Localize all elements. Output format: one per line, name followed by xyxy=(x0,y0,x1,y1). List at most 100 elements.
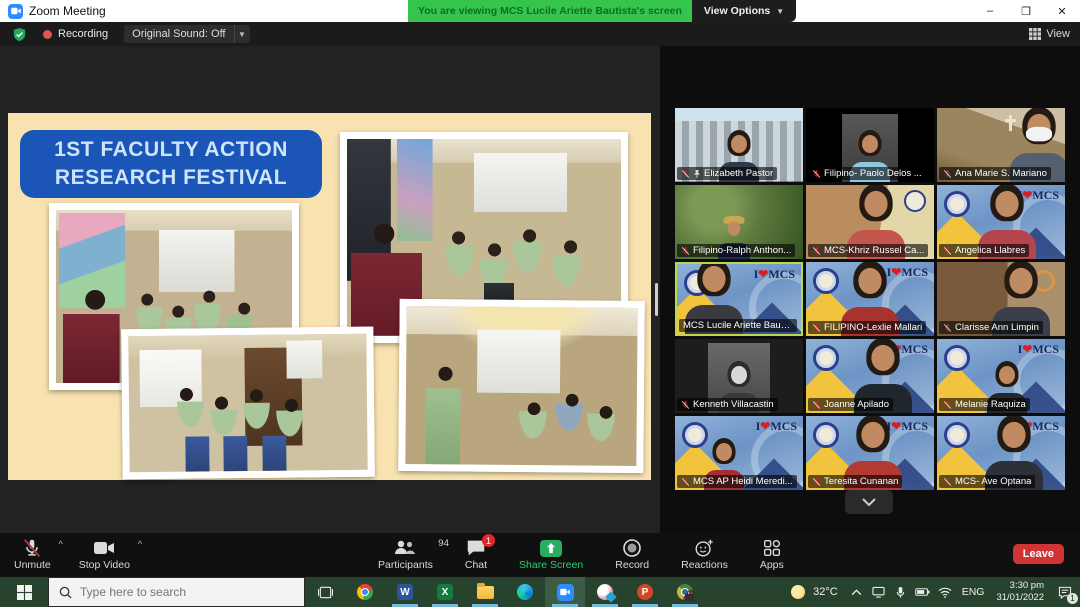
participant-tile[interactable]: Filipino-Ralph Anthon... xyxy=(675,185,803,259)
participant-name: MCS-Khriz Russel Ca... xyxy=(824,245,924,256)
excel-app[interactable]: X xyxy=(425,577,465,607)
muted-mic-icon xyxy=(812,246,821,256)
unmute-button[interactable]: ^ Unmute xyxy=(14,533,51,577)
participant-tile[interactable]: I❤MCSAngelica Llabres xyxy=(937,185,1065,259)
share-screen-button[interactable]: Share Screen xyxy=(519,533,583,577)
participant-name: Ana Marie S. Mariano xyxy=(955,168,1047,179)
minimize-button[interactable]: – xyxy=(972,0,1008,22)
meeting-toolbar: ^ Unmute ^ Stop Video 94 Participants xyxy=(0,533,1080,577)
slide-photo-classroom-3 xyxy=(121,327,375,480)
hidden-icons-button[interactable] xyxy=(846,577,868,607)
muted-mic-icon xyxy=(21,537,43,559)
participant-tile[interactable]: Ana Marie S. Mariano xyxy=(937,108,1065,182)
school-seal-icon xyxy=(813,345,839,371)
chevron-up-icon[interactable]: ^ xyxy=(138,539,142,549)
media-app[interactable] xyxy=(585,577,625,607)
dropdown-caret-icon[interactable]: ▼ xyxy=(234,25,250,43)
muted-mic-icon xyxy=(943,400,952,410)
participant-tile[interactable]: I❤MCS MCS AP Heidi Meredi... xyxy=(675,416,803,490)
locked-browser-icon xyxy=(677,584,693,600)
school-seal-icon xyxy=(944,191,970,217)
participant-tile[interactable]: Elizabeth Pastor xyxy=(675,108,803,182)
participants-button[interactable]: 94 Participants xyxy=(378,533,433,577)
participant-namebar: Melanie Raquiza xyxy=(939,398,1030,411)
chat-icon: 1 xyxy=(465,537,487,559)
microphone-tray-button[interactable] xyxy=(890,577,912,607)
participant-tile[interactable]: I❤MCSFILIPINO-Lexlie Mallari xyxy=(806,262,934,336)
record-button[interactable]: Record xyxy=(615,533,649,577)
weather-button[interactable] xyxy=(787,577,809,607)
mcs-brand-label: I❤MCS xyxy=(756,419,797,434)
participant-tile[interactable]: Clarisse Ann Limpin xyxy=(937,262,1065,336)
participant-tile[interactable]: MCS-Khriz Russel Ca... xyxy=(806,185,934,259)
action-center-button[interactable]: 1 xyxy=(1050,577,1080,607)
muted-mic-icon xyxy=(812,323,821,333)
display-tray-button[interactable] xyxy=(868,577,890,607)
reactions-icon xyxy=(692,537,716,559)
participant-tile[interactable]: I❤MCSJoanne Apilado xyxy=(806,339,934,413)
reactions-button[interactable]: Reactions xyxy=(681,533,728,577)
participant-tile[interactable]: Kenneth Villacastin xyxy=(675,339,803,413)
participant-tile[interactable]: I❤MCSMCS Lucile Ariette Bautis... xyxy=(675,262,803,336)
participant-name: Joanne Apilado xyxy=(824,399,889,410)
restore-button[interactable]: ❐ xyxy=(1008,0,1044,22)
participant-namebar: Kenneth Villacastin xyxy=(677,398,778,411)
file-explorer-app[interactable] xyxy=(465,577,505,607)
media-app-icon xyxy=(597,584,613,600)
grid-view-icon xyxy=(1029,28,1041,40)
close-button[interactable]: ✕ xyxy=(1044,0,1080,22)
pin-icon xyxy=(693,169,701,179)
start-button[interactable] xyxy=(0,577,48,607)
view-button[interactable]: View xyxy=(1029,22,1070,46)
muted-mic-icon xyxy=(943,246,952,256)
temperature-label[interactable]: 32°C xyxy=(813,586,838,598)
chrome-app[interactable] xyxy=(345,577,385,607)
security-shield-icon[interactable] xyxy=(12,27,27,42)
edge-app[interactable] xyxy=(505,577,545,607)
excel-icon: X xyxy=(437,584,453,600)
muted-mic-icon xyxy=(812,400,821,410)
wifi-tray-button[interactable] xyxy=(934,577,956,607)
search-input[interactable] xyxy=(80,585,260,599)
panel-resize-handle[interactable] xyxy=(655,283,658,316)
clock[interactable]: 3:30 pm 31/01/2022 xyxy=(996,580,1044,605)
language-indicator[interactable]: ENG xyxy=(962,586,985,598)
recording-dot-icon xyxy=(43,30,52,39)
chevron-up-icon[interactable]: ^ xyxy=(59,539,63,549)
chat-button[interactable]: 1 Chat xyxy=(465,533,487,577)
view-options-button[interactable]: View Options▼ xyxy=(692,0,796,22)
leave-button[interactable]: Leave xyxy=(1013,544,1064,564)
participant-name: Teresita Cunanan xyxy=(824,476,898,487)
participant-name: Kenneth Villacastin xyxy=(693,399,774,410)
participant-tile[interactable]: I❤MCSMCS- Ave Optana xyxy=(937,416,1065,490)
participant-namebar: Clarisse Ann Limpin xyxy=(939,321,1043,334)
locked-browser-app[interactable] xyxy=(665,577,705,607)
powerpoint-app[interactable]: P xyxy=(625,577,665,607)
slide-title: 1ST FACULTY ACTION RESEARCH FESTIVAL xyxy=(20,130,322,198)
more-participants-button[interactable] xyxy=(845,490,893,514)
apps-button[interactable]: Apps xyxy=(760,533,784,577)
display-icon xyxy=(872,586,885,598)
task-view-icon xyxy=(318,585,333,600)
participant-tile[interactable]: I❤MCSTeresita Cunanan xyxy=(806,416,934,490)
word-icon: W xyxy=(397,584,413,600)
zoom-app[interactable] xyxy=(545,577,585,607)
participant-namebar: Elizabeth Pastor xyxy=(677,167,777,180)
stop-video-button[interactable]: ^ Stop Video xyxy=(79,533,130,577)
wifi-icon xyxy=(938,587,952,598)
word-app[interactable]: W xyxy=(385,577,425,607)
participant-name: Filipino-Ralph Anthon... xyxy=(693,245,791,256)
task-view-button[interactable] xyxy=(305,577,345,607)
battery-tray-button[interactable] xyxy=(912,577,934,607)
original-sound-button[interactable]: Original Sound: Off ▼ xyxy=(124,25,249,43)
participant-name: Elizabeth Pastor xyxy=(704,168,773,179)
participant-name: MCS AP Heidi Meredi... xyxy=(693,476,793,487)
participants-icon: 94 xyxy=(392,537,418,559)
muted-mic-icon xyxy=(943,169,952,179)
battery-icon xyxy=(915,587,930,597)
search-icon xyxy=(59,586,72,599)
participant-tile[interactable]: Filipino- Paolo Delos ... xyxy=(806,108,934,182)
taskbar-search[interactable] xyxy=(48,577,305,607)
participant-tile[interactable]: I❤MCSMelanie Raquiza xyxy=(937,339,1065,413)
participant-name: FILIPINO-Lexlie Mallari xyxy=(824,322,922,333)
